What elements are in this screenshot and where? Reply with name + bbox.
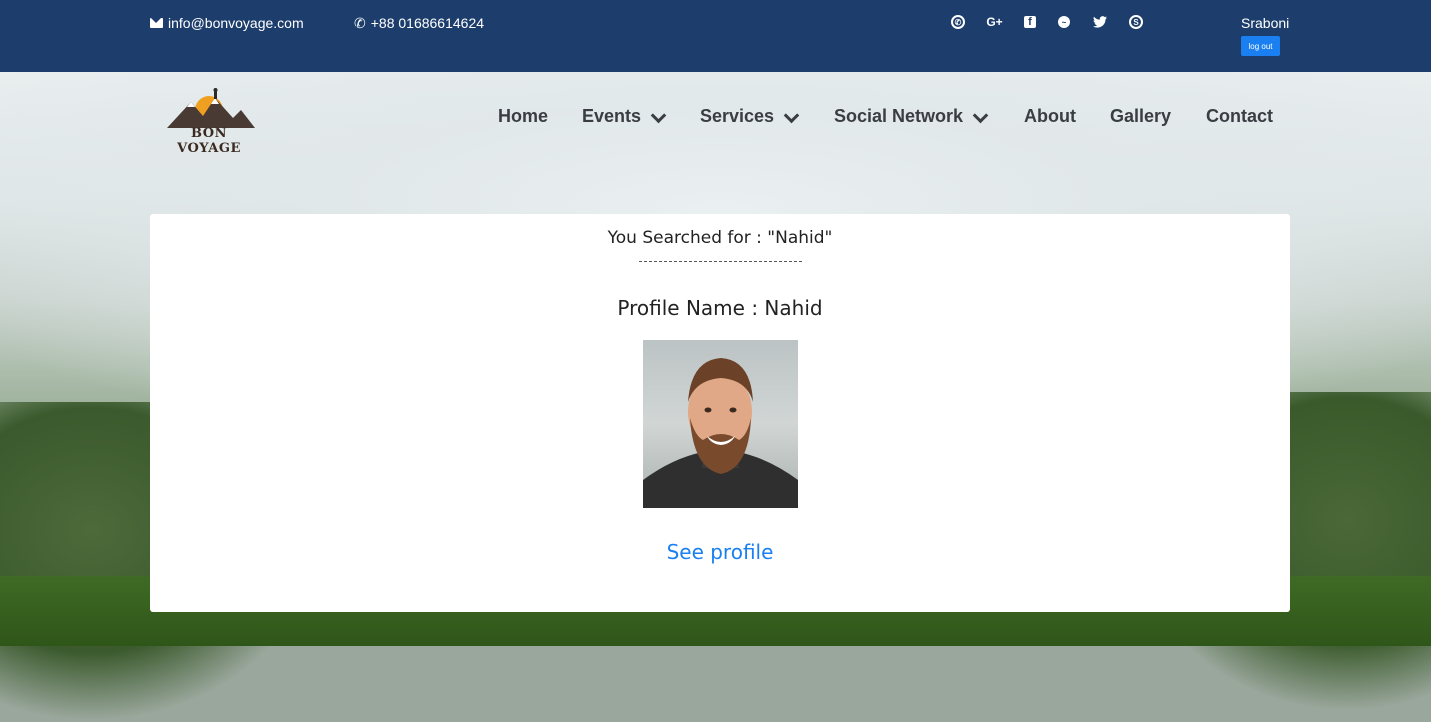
nav-about[interactable]: About — [1024, 106, 1076, 127]
nav-home-label: Home — [498, 106, 549, 126]
top-bar: info@bonvoyage.com ✆ +88 01686614624 ✆ G… — [0, 0, 1431, 72]
nav-events-label: Events — [582, 106, 642, 126]
nav-social-network-label: Social Network — [834, 106, 964, 126]
nav-about-label: About — [1024, 106, 1076, 126]
email-text: info@bonvoyage.com — [168, 15, 304, 31]
skype-icon[interactable]: S — [1129, 15, 1143, 29]
nav-events[interactable]: Events — [582, 106, 667, 127]
viber-icon[interactable]: ✆ — [951, 15, 965, 29]
facebook-icon[interactable]: f — [1024, 16, 1036, 28]
logout-button[interactable]: log out — [1241, 36, 1280, 56]
user-name[interactable]: Sraboni — [1241, 15, 1289, 31]
chevron-down-icon — [650, 107, 667, 124]
nav-social-network[interactable]: Social Network — [834, 106, 989, 127]
search-query-heading: You Searched for : "Nahid" — [607, 228, 833, 248]
profile-photo[interactable] — [643, 340, 798, 508]
profile-name-heading: Profile Name : Nahid — [617, 296, 823, 320]
see-profile-link[interactable]: See profile — [150, 540, 1290, 564]
email-contact[interactable]: info@bonvoyage.com — [150, 15, 304, 31]
google-plus-icon[interactable]: G+ — [986, 14, 1002, 30]
envelope-icon — [150, 18, 163, 28]
nav-gallery-label: Gallery — [1110, 106, 1172, 126]
nav-contact-label: Contact — [1206, 106, 1273, 126]
nav-services[interactable]: Services — [700, 106, 800, 127]
main-nav: Home Events Services Social Network Abou… — [0, 106, 1431, 130]
nav-services-label: Services — [700, 106, 775, 126]
search-result-card: You Searched for : "Nahid" Profile Name … — [150, 214, 1290, 612]
chevron-down-icon — [972, 107, 989, 124]
messenger-icon[interactable]: ~ — [1058, 16, 1070, 28]
logo-text: BON VOYAGE — [177, 126, 241, 156]
profile-photo-avatar-icon — [643, 358, 798, 508]
nav-gallery[interactable]: Gallery — [1110, 106, 1171, 127]
nav-contact[interactable]: Contact — [1206, 106, 1273, 127]
dashed-divider — [639, 261, 802, 262]
nav-home[interactable]: Home — [498, 106, 548, 127]
twitter-icon[interactable] — [1092, 14, 1107, 30]
phone-icon: ✆ — [354, 15, 366, 31]
phone-contact[interactable]: ✆ +88 01686614624 — [354, 15, 484, 31]
chevron-down-icon — [783, 107, 800, 124]
social-links: ✆ G+ f ~ S — [951, 14, 1143, 30]
phone-text: +88 01686614624 — [370, 15, 485, 31]
